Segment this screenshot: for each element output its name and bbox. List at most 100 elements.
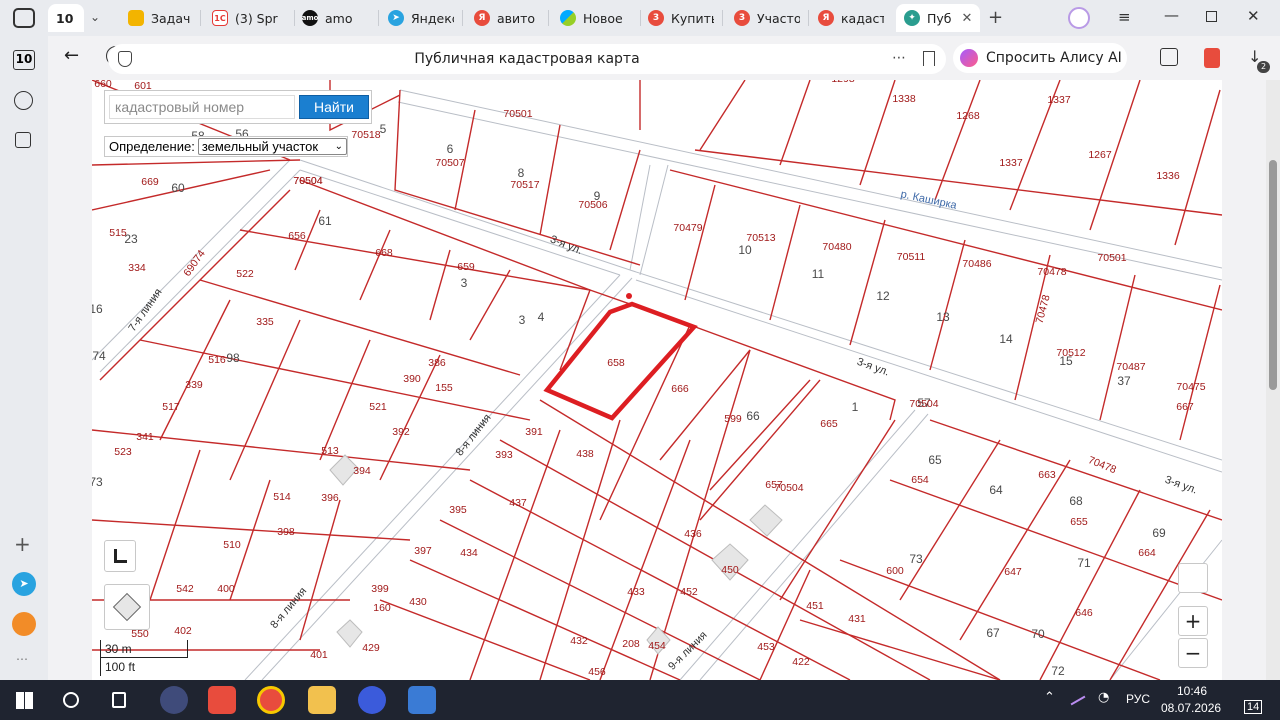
- parcel-number-label: 70507: [435, 157, 464, 169]
- profile-avatar[interactable]: [1068, 7, 1090, 29]
- protect-icon[interactable]: [1204, 48, 1220, 68]
- add-panel-icon[interactable]: +: [14, 532, 31, 556]
- parcel-number-label: 334: [128, 262, 146, 274]
- scrollbar-thumb[interactable]: [1269, 160, 1277, 390]
- sidebar-more-icon[interactable]: ⋯: [16, 652, 28, 666]
- cadastral-map[interactable]: р. Каширка 3-я ул. 3-я ул. 3-я ул. 7-я линия…: [92, 80, 1222, 680]
- tab-7[interactable]: 3 Купить: [648, 4, 714, 32]
- tab-7-label: Купить: [671, 10, 714, 26]
- tab-2[interactable]: 1С (3) Spr: [212, 4, 290, 32]
- definition-value: земельный участок: [201, 139, 319, 154]
- tab-8-icon: 3: [734, 10, 750, 26]
- network-icon[interactable]: ◔: [1098, 690, 1109, 705]
- minimize-icon[interactable]: —: [1164, 6, 1179, 24]
- parcel-number-label: 69: [1152, 526, 1166, 540]
- parcel-number-label: 396: [321, 492, 339, 504]
- zoom-in-button[interactable]: +: [1178, 606, 1208, 636]
- tab-8[interactable]: 3 Участо: [734, 4, 800, 32]
- tab-4[interactable]: ➤ Яндекс: [388, 4, 454, 32]
- new-tab-icon[interactable]: +: [988, 7, 1003, 28]
- notifications-badge[interactable]: 14: [1244, 700, 1263, 714]
- mail-icon[interactable]: [12, 612, 36, 636]
- scale-imperial-label: 100 ft: [105, 660, 136, 674]
- parcel-number-label: 3: [519, 313, 526, 327]
- parcel-number-label: 60: [171, 181, 185, 195]
- extensions-icon[interactable]: [1160, 48, 1178, 66]
- tab-10-active[interactable]: ✦ Пуб ✕: [896, 4, 980, 32]
- definition-select[interactable]: земельный участок ⌄: [197, 138, 347, 155]
- window-close-icon[interactable]: ✕: [1247, 7, 1260, 25]
- find-button[interactable]: Найти: [299, 95, 369, 119]
- parcel-number-label: 660: [94, 80, 112, 90]
- language-indicator[interactable]: РУС: [1126, 692, 1150, 706]
- parcel-number-label: 70475: [1176, 381, 1205, 393]
- tab-5-label: авито: [497, 10, 536, 26]
- parcel-number-label: 73: [92, 475, 103, 489]
- parcel-number-label: 1267: [1088, 149, 1112, 161]
- remote-desktop-icon[interactable]: [408, 686, 436, 714]
- tab-5[interactable]: Яавито: [474, 4, 540, 32]
- messenger-icon[interactable]: [358, 686, 386, 714]
- parcel-number-label: 16: [92, 302, 103, 316]
- tray-chevron-icon[interactable]: ⌃: [1044, 690, 1055, 705]
- definition-panel: Определение: земельный участок ⌄: [104, 136, 348, 157]
- bookmark-icon[interactable]: [923, 51, 935, 66]
- tab-counter[interactable]: 10: [48, 4, 84, 32]
- address-bar[interactable]: Публичная кадастровая карта ⋯: [108, 44, 946, 74]
- clock-date[interactable]: 08.07.2026: [1161, 701, 1221, 715]
- more-options-icon[interactable]: ⋯: [892, 50, 906, 66]
- parcel-number-label: 450: [721, 564, 739, 576]
- menu-icon[interactable]: ≡: [1118, 8, 1131, 26]
- yandex-music-icon[interactable]: [160, 686, 188, 714]
- history-clock-icon[interactable]: [14, 91, 33, 110]
- windows-start-icon[interactable]: [16, 692, 33, 709]
- cadastral-code-label: 70504: [909, 398, 938, 410]
- tab-9[interactable]: Якадаст: [818, 4, 884, 32]
- ask-alice-button[interactable]: Спросить Алису AI: [953, 43, 1127, 73]
- parcel-number-label: 523: [114, 446, 132, 458]
- collections-icon[interactable]: [15, 132, 31, 148]
- parcel-number-label: 1268: [956, 110, 980, 122]
- parcel-number-label: 73: [909, 552, 923, 566]
- scale-metric: 30 m: [100, 640, 188, 658]
- parcel-number-label: 13: [936, 310, 950, 324]
- tab-list-chevron-icon[interactable]: ⌄: [90, 10, 100, 24]
- chevron-down-icon: ⌄: [334, 141, 343, 152]
- map-canvas[interactable]: р. Каширка3-я ул.3-я ул.3-я ул.7-я линия…: [92, 80, 1222, 680]
- search-circle-icon[interactable]: [63, 692, 79, 708]
- parcel-number-label: 70: [1031, 627, 1045, 641]
- yandex-browser-icon[interactable]: [257, 686, 285, 714]
- parcel-number-label: 70487: [1116, 361, 1145, 373]
- yandex-icon[interactable]: [208, 686, 236, 714]
- zoom-out-button[interactable]: −: [1178, 638, 1208, 668]
- layers-button[interactable]: [104, 584, 150, 630]
- parcel-number-label: 3: [461, 276, 468, 290]
- parcel-number-label: 66: [746, 409, 760, 423]
- measure-ruler-button[interactable]: [104, 540, 136, 572]
- parcel-number-label: 422: [792, 656, 810, 668]
- tab-6[interactable]: Новое: [560, 4, 636, 32]
- parcel-number-label: 400: [217, 583, 235, 595]
- sidebar-tabs-counter[interactable]: 10: [13, 50, 35, 70]
- back-arrow-icon[interactable]: ←: [64, 45, 79, 66]
- parcel-number-label: 70511: [897, 251, 926, 263]
- parcel-number-label: 1337: [1047, 94, 1071, 106]
- tab-1[interactable]: Задач: [128, 4, 194, 32]
- tab-close-icon[interactable]: ✕: [962, 11, 973, 26]
- restore-icon[interactable]: [1206, 11, 1217, 22]
- clock-time[interactable]: 10:46: [1177, 684, 1207, 698]
- task-view-icon[interactable]: [112, 692, 126, 708]
- parcel-number-label: 394: [353, 465, 371, 477]
- telegram-icon[interactable]: ➤: [12, 572, 36, 596]
- tab-6-avito-icon: [560, 10, 576, 26]
- file-explorer-icon[interactable]: [308, 686, 336, 714]
- page-scrollbar[interactable]: [1266, 80, 1280, 680]
- parcel-number-label: 11: [812, 267, 825, 281]
- cadastral-number-input[interactable]: [109, 95, 295, 119]
- screenshot-icon[interactable]: [13, 8, 35, 28]
- tab-3[interactable]: amo amo: [302, 4, 368, 32]
- parcel-number-label: 339: [185, 379, 203, 391]
- tab-3-icon: amo: [302, 10, 318, 26]
- parcel-number-label: 208: [622, 638, 640, 650]
- fullscreen-button[interactable]: [1178, 563, 1208, 593]
